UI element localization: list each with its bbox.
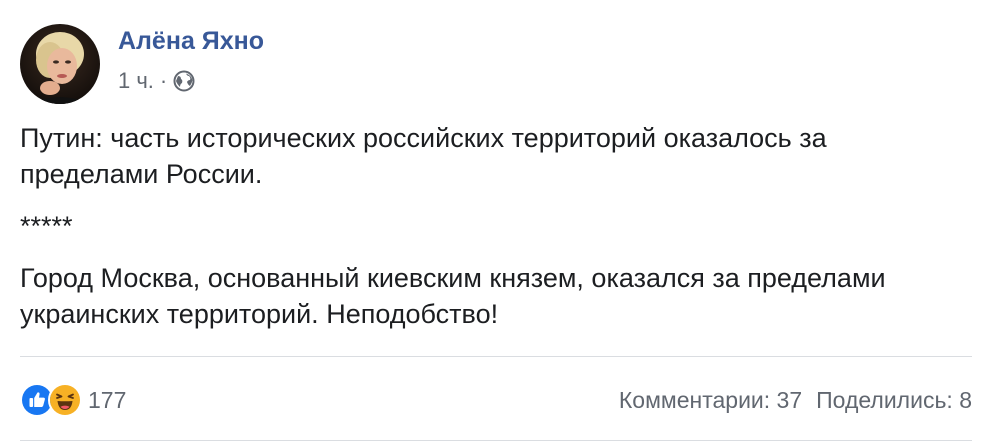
- post-header: Алёна Яхно 1 ч. ·: [20, 22, 264, 106]
- post-timestamp[interactable]: 1 ч.: [118, 68, 154, 94]
- reactions-summary[interactable]: 177: [20, 383, 126, 417]
- post-paragraph: Путин: часть исторических российских тер…: [20, 123, 827, 189]
- post-paragraph: Город Москва, основанный киевским князем…: [20, 263, 886, 329]
- haha-icon: [48, 383, 82, 417]
- post-paragraph: *****: [20, 211, 73, 241]
- comments-count-link[interactable]: Комментарии: 37: [619, 387, 802, 414]
- globe-icon[interactable]: [173, 70, 195, 92]
- divider: [20, 356, 972, 357]
- post-subline: 1 ч. ·: [118, 68, 264, 94]
- shares-count-link[interactable]: Поделились: 8: [816, 387, 972, 414]
- post-meta: Алёна Яхно 1 ч. ·: [118, 27, 264, 94]
- facebook-post: Алёна Яхно 1 ч. · Путин: часть историчес…: [0, 0, 992, 448]
- post-text: Путин: часть исторических российских тер…: [20, 120, 972, 332]
- reaction-count: 177: [88, 386, 127, 413]
- author-name[interactable]: Алёна Яхно: [118, 26, 264, 56]
- separator-dot: ·: [159, 68, 168, 93]
- post-footer: 177 Комментарии: 37 Поделились: 8: [20, 376, 972, 424]
- post-stats: Комментарии: 37 Поделились: 8: [619, 387, 972, 414]
- avatar-photo: [20, 24, 100, 104]
- divider: [20, 440, 972, 441]
- avatar[interactable]: [20, 24, 100, 104]
